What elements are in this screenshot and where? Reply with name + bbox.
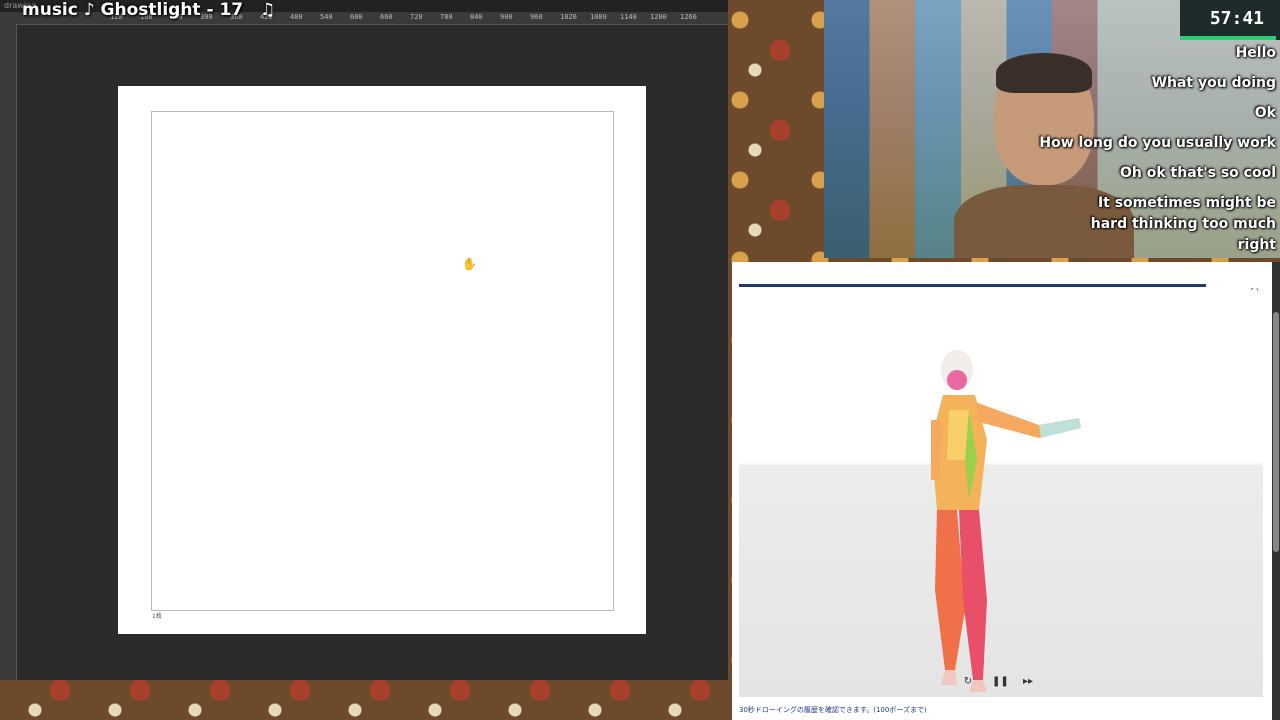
chat-message: Hello [1235, 45, 1276, 61]
pose-timer-progress [739, 284, 1206, 287]
chat-overlay: Hello What you doing Ok How long do you … [976, 38, 1276, 286]
music-overlay: music ♪ Ghostlight - 17 [22, 0, 244, 20]
scrollbar-thumb[interactable] [1273, 312, 1279, 552]
drawing-app: drawing 120 180 240 300 360 420 480 540 600 660 72… [0, 0, 728, 680]
anatomy-figure [931, 350, 1081, 692]
ruler-tick: 600 [350, 13, 363, 21]
ruler-tick: 1140 [620, 13, 637, 21]
chat-message: Ok [1254, 105, 1276, 121]
ruler-tick: 540 [320, 13, 333, 21]
timer-box: 57:41 [1180, 0, 1280, 40]
drawing-canvas[interactable] [151, 111, 614, 611]
replay-icon[interactable]: ↻ [962, 676, 974, 687]
vertical-ruler [0, 24, 17, 680]
ruler-tick: 660 [380, 13, 393, 21]
ruler-tick: 1020 [560, 13, 577, 21]
ruler-tick: 1080 [590, 13, 607, 21]
skip-icon[interactable]: ▸▸ [1022, 676, 1034, 687]
history-caption[interactable]: 30秒ドローイングの履歴を確認できます。(100ポーズまで) [739, 705, 927, 715]
chat-message: How long do you usually work [1039, 135, 1276, 151]
ruler-tick: 900 [500, 13, 513, 21]
music-note-icon: ♫ [260, 0, 276, 20]
ruler-tick: 840 [470, 13, 483, 21]
ruler-tick: 480 [290, 13, 303, 21]
chat-message: Oh ok that's so cool [1120, 165, 1276, 181]
playback-controls: ↻ ❚❚ ▸▸ [962, 676, 1034, 687]
ruler-tick: 1200 [650, 13, 667, 21]
pose-reference-panel: ⛶ ↻ ❚❚ ▸▸ 30秒ドローイングの履歴を確認できます。(100ポーズまで) [732, 262, 1272, 720]
pose-viewport[interactable] [739, 292, 1263, 697]
pause-icon[interactable]: ❚❚ [992, 676, 1009, 687]
chat-message: What you doing [1151, 75, 1276, 91]
chat-message: It sometimes might be hard thinking too … [1090, 195, 1276, 253]
hand-cursor-icon: ✋ [462, 257, 477, 271]
ruler-tick: 960 [530, 13, 543, 21]
ruler-tick: 780 [440, 13, 453, 21]
timer: 57:41 [1209, 8, 1264, 29]
canvas-label: 1枚 [152, 613, 162, 620]
ruler-tick: 1260 [680, 13, 697, 21]
ruler-tick: 720 [410, 13, 423, 21]
